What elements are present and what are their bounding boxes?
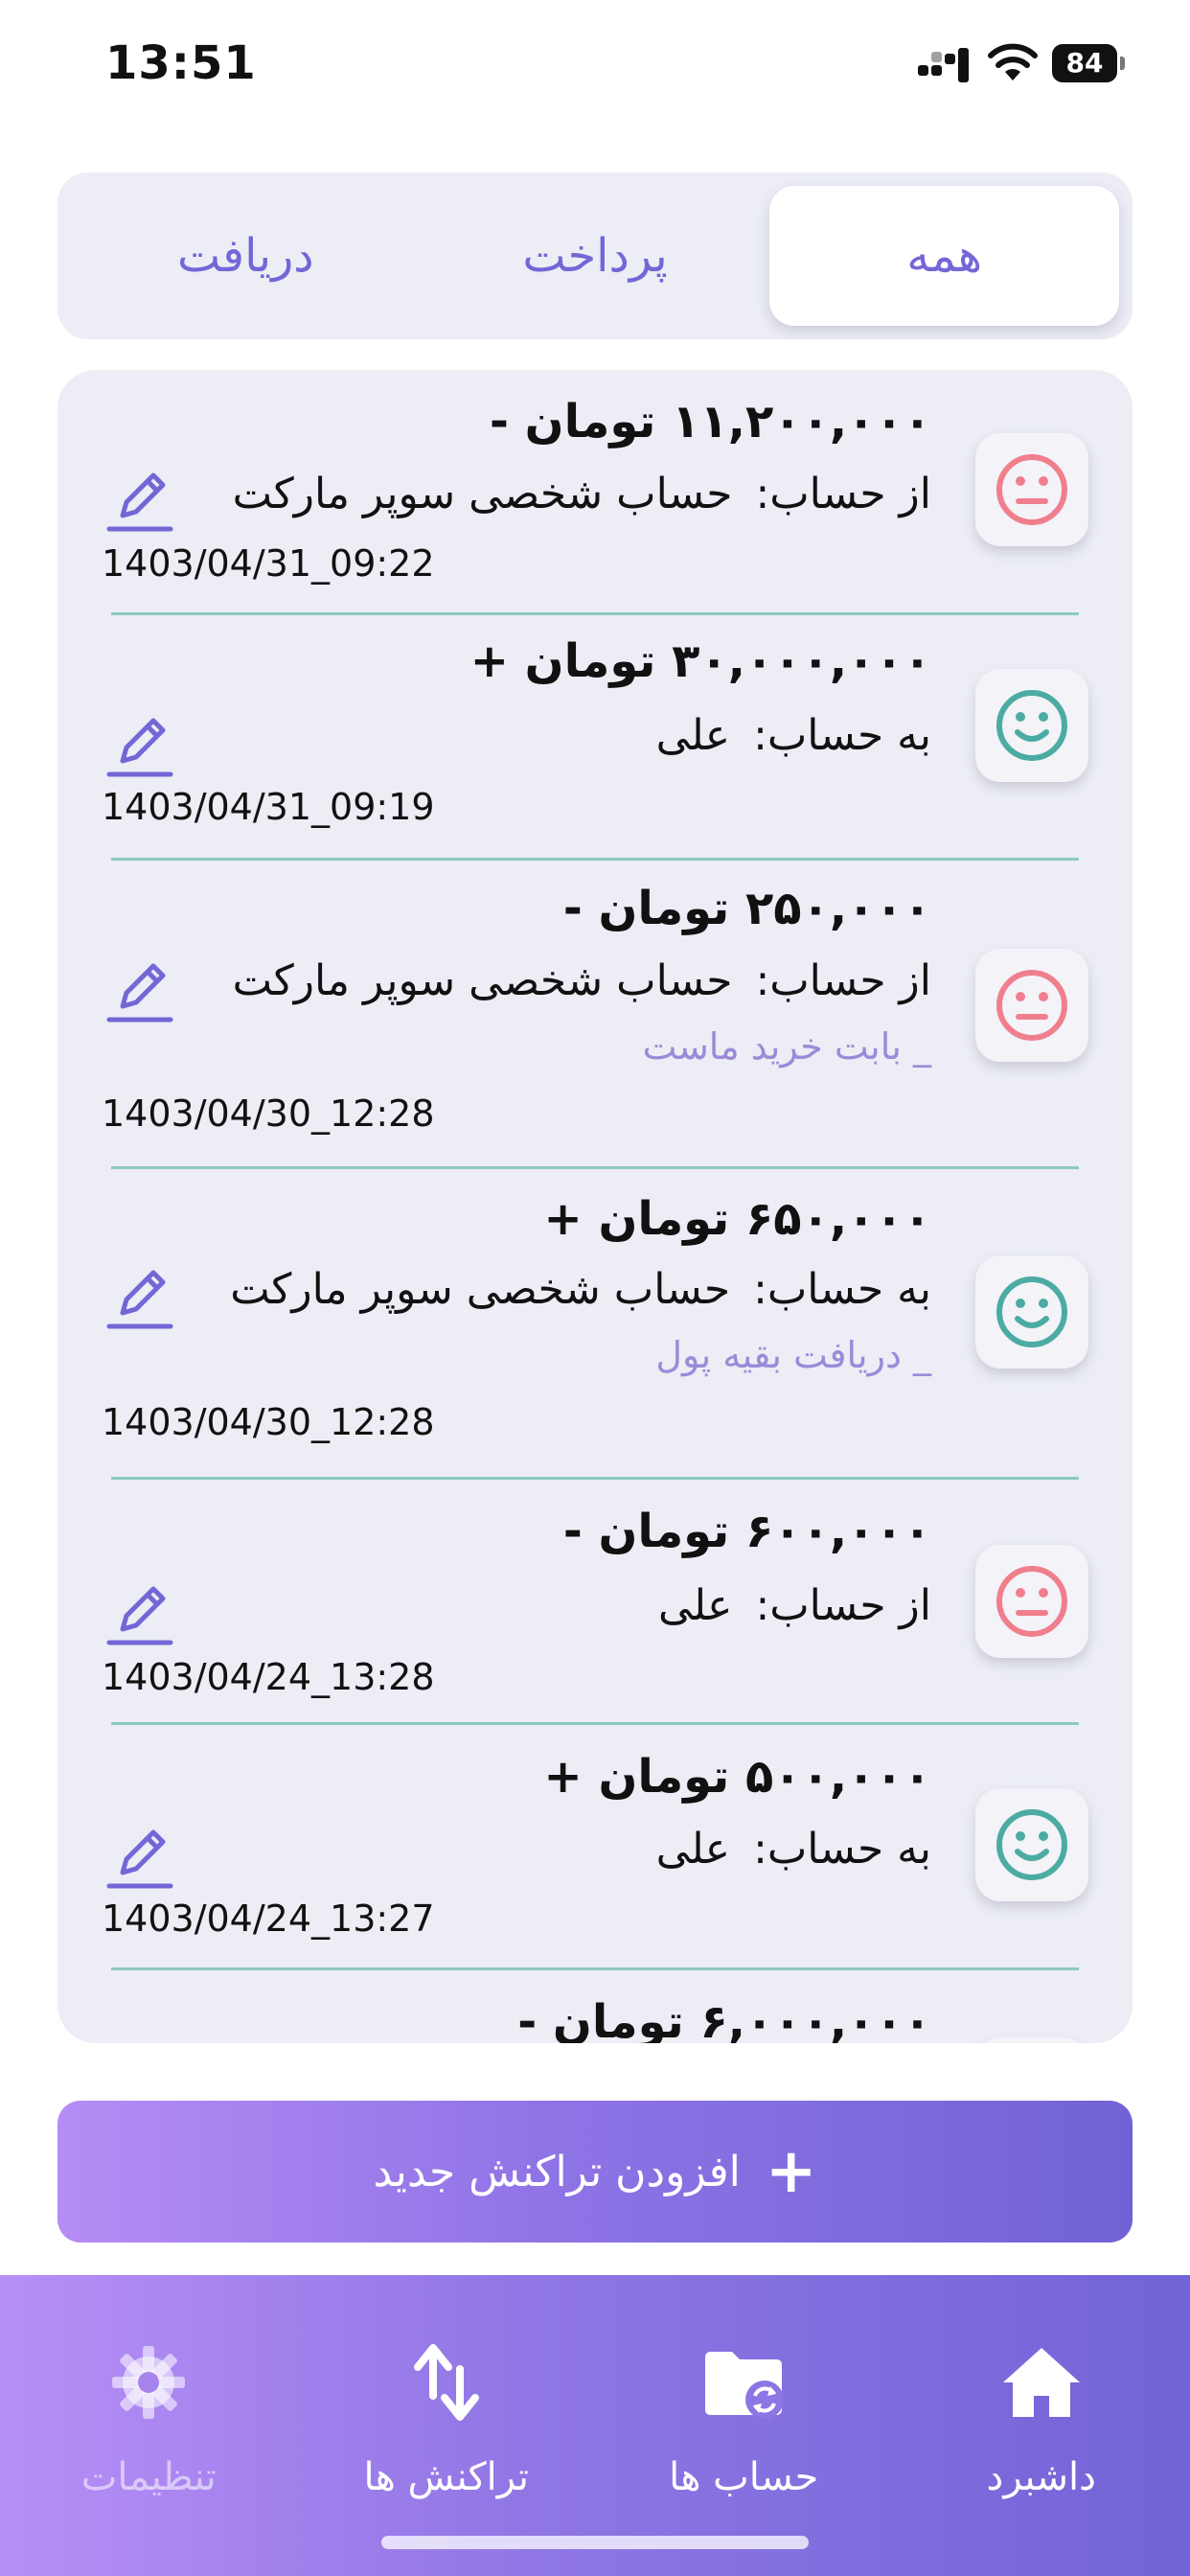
tab-all[interactable]: همه [769, 186, 1119, 326]
transaction-account: از حساب: حساب شخصی سوپر مارکت [233, 470, 931, 518]
edit-pencil-icon[interactable] [102, 462, 178, 539]
transaction-date: 1403/04/31_09:22 [102, 542, 435, 585]
transaction-amount: ۵۰۰,۰۰۰ تومان + [543, 1750, 931, 1804]
add-transaction-label: افزودن تراکنش جدید [373, 2147, 741, 2196]
transaction-date: 1403/04/30_12:28 [102, 1092, 435, 1135]
sad-face-icon [996, 970, 1067, 1041]
account-prefix: به حساب: [753, 711, 931, 760]
gear-icon [112, 2346, 186, 2419]
nav-item-accounts[interactable]: حساب ها [595, 2275, 893, 2576]
transaction-amount: ۶۵۰,۰۰۰ تومان + [543, 1192, 931, 1246]
transaction-date: 1403/04/30_12:28 [102, 1401, 435, 1443]
nav-item-dashboard[interactable]: داشبرد [893, 2275, 1190, 2576]
transaction-amount: ۶۰۰,۰۰۰ تومان - [562, 1505, 931, 1558]
sad-face-icon [996, 1566, 1067, 1637]
nav-label: حساب ها [669, 2455, 819, 2499]
tab-receipt[interactable]: دریافت [71, 186, 421, 326]
transaction-type-badge [975, 2037, 1088, 2043]
folder-sync-icon [705, 2352, 785, 2419]
edit-pencil-icon[interactable] [102, 1819, 178, 1896]
cellular-signal-icon [918, 48, 969, 82]
plus-icon: + [765, 2136, 817, 2207]
nav-label: داشبرد [986, 2455, 1096, 2499]
smile-face-icon [996, 690, 1067, 761]
transaction-note: _ دریافت بقیه پول [655, 1334, 931, 1376]
edit-pencil-icon[interactable] [102, 1259, 178, 1336]
transaction-item[interactable]: ۶۵۰,۰۰۰ تومان + به حساب: حساب شخصی سوپر م… [57, 1169, 1133, 1480]
account-prefix: از حساب: [755, 1581, 931, 1630]
wifi-icon [988, 43, 1038, 80]
transfer-arrows-icon [413, 2344, 479, 2421]
account-name: حساب شخصی سوپر مارکت [232, 470, 733, 518]
transaction-date: 1403/04/24_13:28 [102, 1656, 435, 1698]
transaction-account: به حساب: علی [656, 1825, 931, 1874]
transaction-type-badge [975, 949, 1088, 1062]
account-prefix: به حساب: [753, 1825, 931, 1874]
transaction-account: از حساب: حساب شخصی سوپر مارکت [233, 956, 931, 1005]
transaction-item[interactable]: ۳۰,۰۰۰,۰۰۰ تومان + به حساب: علی 1403/04/3… [57, 615, 1133, 861]
account-name: علی [655, 711, 731, 760]
transaction-item[interactable]: ۵۰۰,۰۰۰ تومان + به حساب: علی 1403/04/24_1… [57, 1725, 1133, 1970]
account-name: علی [655, 1825, 731, 1874]
transactions-screen: 13:51 84 همه پرداخت دریافت ۱۱,۲۰۰,۰۰۰ تو… [0, 0, 1190, 2576]
account-prefix: از حساب: [755, 956, 931, 1005]
home-indicator[interactable] [381, 2536, 809, 2549]
nav-label: تراکنش ها [363, 2455, 529, 2499]
transaction-type-badge [975, 1255, 1088, 1368]
transaction-account: به حساب: حساب شخصی سوپر مارکت [230, 1265, 931, 1314]
transaction-type-badge [975, 669, 1088, 782]
account-prefix: به حساب: [753, 1265, 931, 1314]
transaction-item[interactable]: ۶,۰۰۰,۰۰۰ تومان - [57, 1970, 1133, 2043]
battery-icon: 84 [1052, 44, 1125, 82]
transaction-type-badge [975, 1788, 1088, 1901]
edit-pencil-icon[interactable] [102, 953, 178, 1029]
transaction-item[interactable]: ۶۰۰,۰۰۰ تومان - از حساب: علی 1403/04/24_1… [57, 1480, 1133, 1725]
transaction-item[interactable]: ۱۱,۲۰۰,۰۰۰ تومان - از حساب: حساب شخصی سوپ… [57, 370, 1133, 615]
transaction-date: 1403/04/31_09:19 [102, 786, 435, 828]
account-name: علی [657, 1581, 733, 1630]
battery-level: 84 [1052, 44, 1117, 82]
transaction-list[interactable]: ۱۱,۲۰۰,۰۰۰ تومان - از حساب: حساب شخصی سوپ… [57, 370, 1133, 2043]
tab-payment[interactable]: پرداخت [421, 186, 770, 326]
bottom-nav: داشبرد حساب ها تراکنش ها تنظیمات [0, 2275, 1190, 2576]
account-name: حساب شخصی سوپر مارکت [230, 1265, 731, 1314]
transaction-amount: ۳۰,۰۰۰,۰۰۰ تومان + [469, 634, 931, 688]
add-transaction-button[interactable]: + افزودن تراکنش جدید [57, 2101, 1133, 2242]
status-bar: 13:51 84 [0, 0, 1190, 134]
account-name: حساب شخصی سوپر مارکت [232, 956, 733, 1005]
status-time: 13:51 [105, 36, 257, 90]
edit-pencil-icon[interactable] [102, 1576, 178, 1652]
account-prefix: از حساب: [755, 470, 931, 518]
transaction-note: _ بابت خرید ماست [642, 1025, 931, 1068]
transaction-date: 1403/04/24_13:27 [102, 1898, 435, 1940]
transaction-amount: ۶,۰۰۰,۰۰۰ تومان - [517, 1995, 931, 2043]
transaction-amount: ۱۱,۲۰۰,۰۰۰ تومان - [489, 395, 931, 448]
smile-face-icon [996, 1809, 1067, 1880]
transaction-amount: ۲۵۰,۰۰۰ تومان - [562, 882, 931, 935]
smile-face-icon [996, 1276, 1067, 1347]
sad-face-icon [996, 454, 1067, 525]
transaction-type-badge [975, 1545, 1088, 1658]
nav-label: تنظیمات [80, 2455, 217, 2499]
nav-item-settings[interactable]: تنظیمات [0, 2275, 298, 2576]
edit-pencil-icon[interactable] [102, 707, 178, 784]
home-icon [1002, 2348, 1080, 2417]
transaction-account: به حساب: علی [656, 711, 931, 760]
transaction-item[interactable]: ۲۵۰,۰۰۰ تومان - از حساب: حساب شخصی سوپر م… [57, 861, 1133, 1169]
nav-item-transactions[interactable]: تراکنش ها [298, 2275, 596, 2576]
transaction-type-badge [975, 433, 1088, 546]
filter-tabs: همه پرداخت دریافت [57, 172, 1133, 339]
transaction-account: از حساب: علی [658, 1581, 931, 1630]
